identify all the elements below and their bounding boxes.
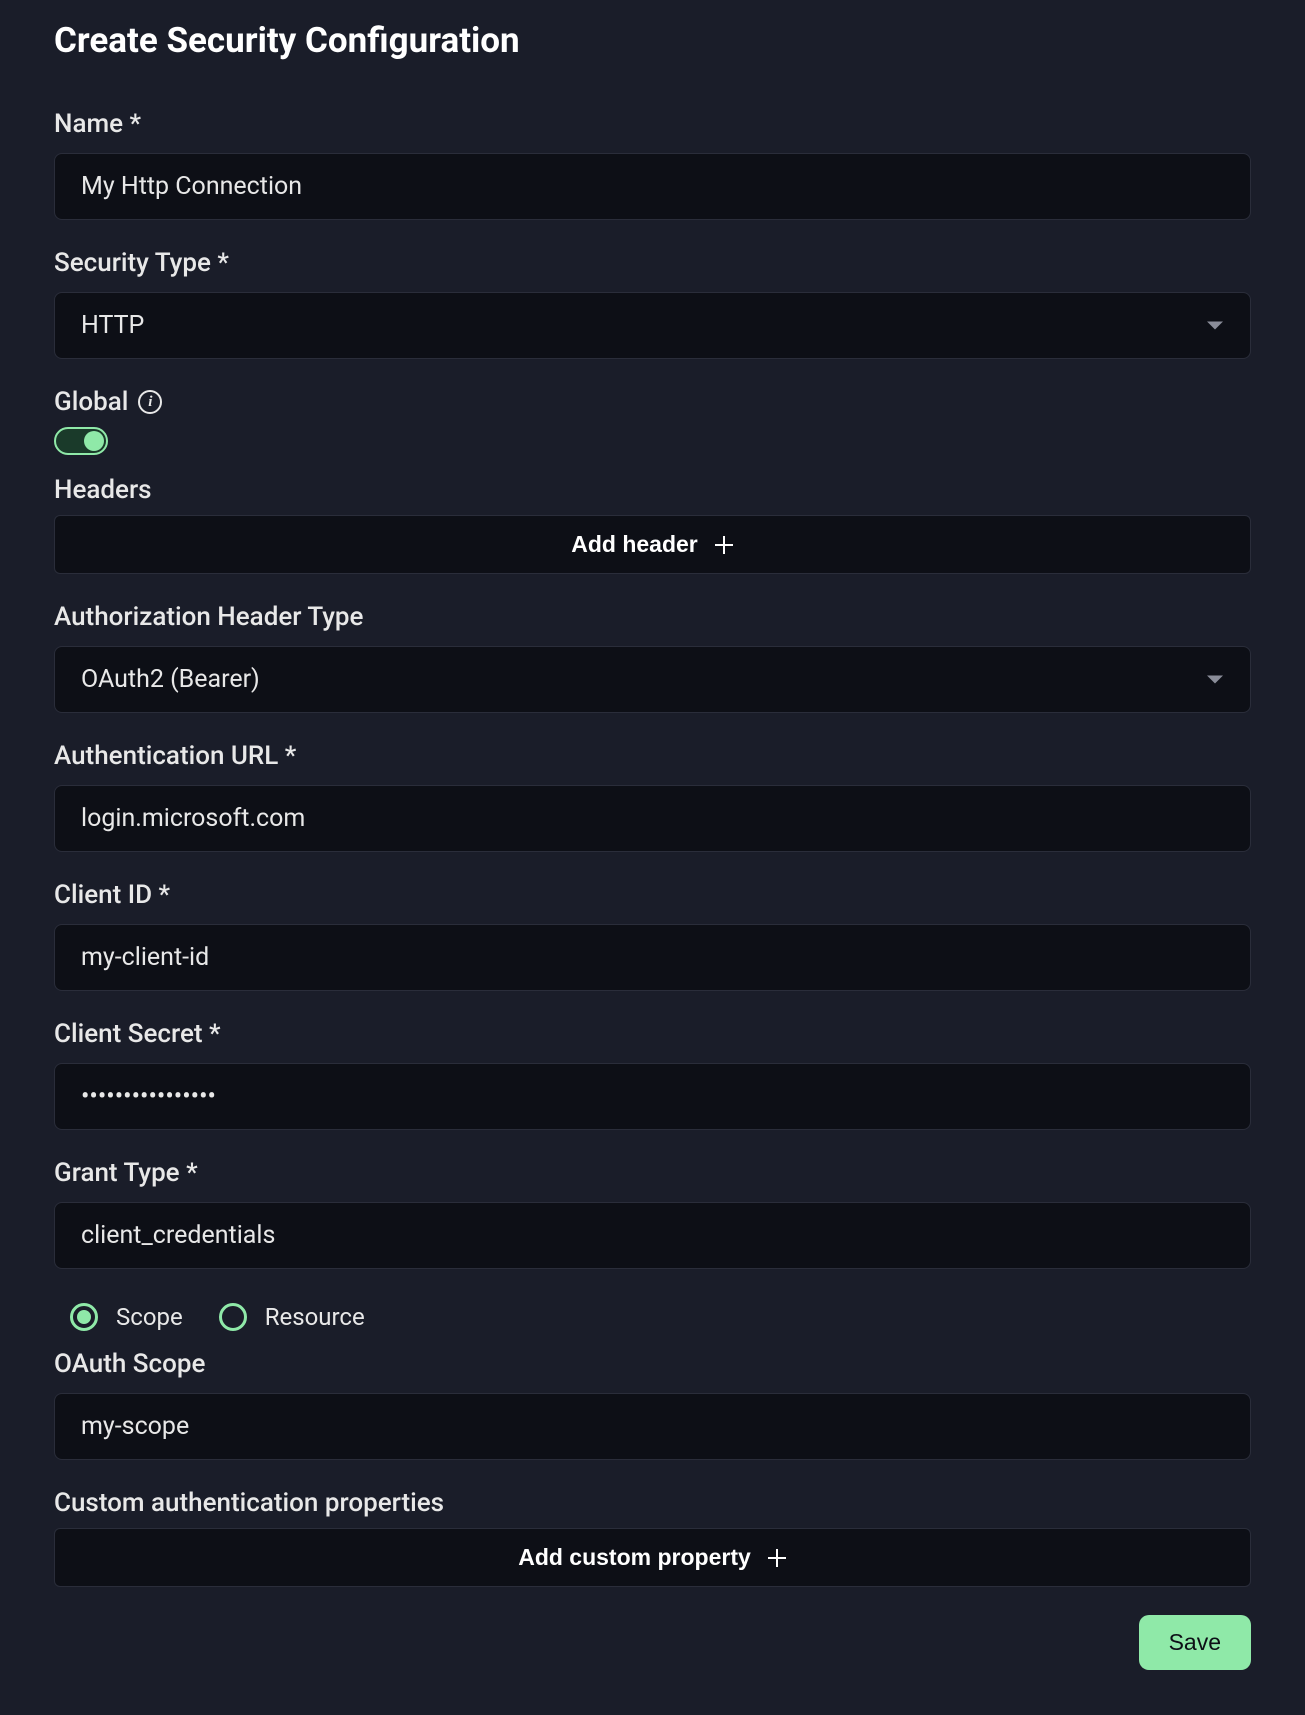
client-secret-label: Client Secret * [54,1019,1251,1049]
add-custom-property-button[interactable]: Add custom property [54,1528,1251,1587]
security-type-field-group: Security Type * HTTP [54,248,1251,359]
grant-type-label: Grant Type * [54,1158,1251,1188]
grant-type-field-group: Grant Type * [54,1158,1251,1269]
auth-url-label: Authentication URL * [54,741,1251,771]
add-header-button[interactable]: Add header [54,515,1251,574]
add-custom-property-label: Add custom property [518,1544,751,1571]
custom-props-field-group: Custom authentication properties Add cus… [54,1488,1251,1587]
security-type-select[interactable]: HTTP [54,292,1251,359]
security-type-label: Security Type * [54,248,1251,278]
scope-radio-label: Scope [116,1303,183,1331]
footer-actions: Save [54,1615,1251,1670]
auth-url-input[interactable] [54,785,1251,852]
oauth-scope-label: OAuth Scope [54,1349,1251,1379]
resource-radio[interactable]: Resource [219,1303,365,1331]
client-id-field-group: Client ID * [54,880,1251,991]
info-icon[interactable]: i [138,390,162,414]
scope-resource-radio-group: Scope Resource [54,1289,1251,1349]
name-label: Name * [54,109,1251,139]
auth-header-type-select[interactable]: OAuth2 (Bearer) [54,646,1251,713]
global-toggle[interactable] [54,427,108,455]
auth-header-type-label: Authorization Header Type [54,602,1251,632]
oauth-scope-input[interactable] [54,1393,1251,1460]
page-title: Create Security Configuration [54,20,1251,61]
headers-field-group: Headers Add header [54,475,1251,574]
plus-icon [767,1548,787,1568]
client-secret-field-group: Client Secret * [54,1019,1251,1130]
plus-icon [714,535,734,555]
custom-props-label: Custom authentication properties [54,1488,1251,1518]
headers-label: Headers [54,475,1251,505]
global-label: Global [54,387,128,417]
auth-url-field-group: Authentication URL * [54,741,1251,852]
oauth-scope-field-group: OAuth Scope [54,1349,1251,1460]
name-field-group: Name * [54,109,1251,220]
client-secret-input[interactable] [54,1063,1251,1130]
radio-icon [219,1303,247,1331]
name-input[interactable] [54,153,1251,220]
save-button[interactable]: Save [1139,1615,1251,1670]
global-label-row: Global i [54,387,1251,417]
toggle-knob [84,431,104,451]
add-header-label: Add header [571,531,698,558]
resource-radio-label: Resource [265,1303,365,1331]
client-id-input[interactable] [54,924,1251,991]
global-field-group: Global i [54,387,1251,455]
scope-radio[interactable]: Scope [70,1303,183,1331]
client-id-label: Client ID * [54,880,1251,910]
radio-icon [70,1303,98,1331]
grant-type-input[interactable] [54,1202,1251,1269]
auth-header-type-field-group: Authorization Header Type OAuth2 (Bearer… [54,602,1251,713]
